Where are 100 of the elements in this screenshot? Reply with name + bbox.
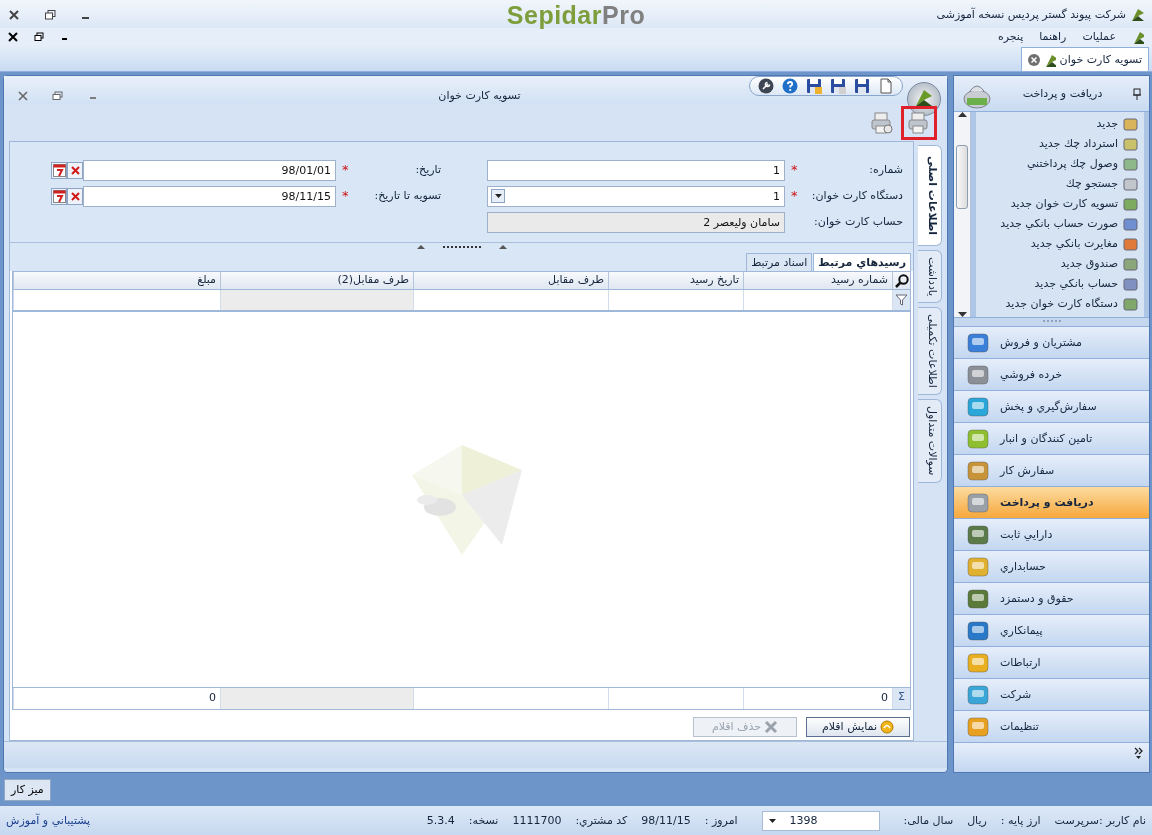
- required-mark: *: [342, 162, 349, 178]
- module-button[interactable]: سفارش کار: [954, 455, 1149, 487]
- clear-button[interactable]: [67, 187, 84, 205]
- save-icon[interactable]: [854, 78, 870, 94]
- status-text: نام کاربر :سرپرست: [1054, 813, 1146, 828]
- menu-item[interactable]: پنجره: [997, 29, 1024, 44]
- column-header[interactable]: طرف مقابل: [413, 272, 608, 289]
- chevron-icon[interactable]: [1134, 747, 1143, 759]
- tab[interactable]: رسيدهاي مرتبط: [813, 252, 911, 271]
- scrollbar[interactable]: [954, 112, 971, 317]
- panel-item[interactable]: صورت حساب بانکي جديد: [976, 214, 1144, 234]
- column-header[interactable]: مبلغ: [13, 272, 220, 289]
- dropdown-arrow-icon: [494, 193, 502, 198]
- module-button[interactable]: تامين کنندگان و انبار: [954, 423, 1149, 455]
- status-value: 1111700: [512, 813, 562, 828]
- module-button[interactable]: ارتباطات: [954, 647, 1149, 679]
- document-icon: [1123, 276, 1138, 292]
- field-label: دستگاه کارت خوان:: [811, 189, 903, 203]
- filter-icon[interactable]: [895, 294, 908, 306]
- close-circle-icon[interactable]: [1027, 53, 1040, 66]
- support-link[interactable]: پشتيباني و آموزش: [6, 813, 91, 828]
- module-button[interactable]: دارايي ثابت: [954, 519, 1149, 551]
- document-tab[interactable]: تسویه کارت خوان: [1020, 47, 1149, 71]
- module-button[interactable]: حقوق و دستمزد: [954, 583, 1149, 615]
- clear-button[interactable]: [67, 161, 84, 179]
- module-button[interactable]: مشتريان و فروش: [954, 327, 1149, 359]
- status-label: امروز :: [704, 813, 738, 828]
- menu-item[interactable]: راهنما: [1039, 29, 1067, 44]
- document-icon: [1123, 156, 1138, 172]
- search-icon[interactable]: [894, 273, 909, 288]
- side-tab[interactable]: اطلاعات اصلی: [918, 145, 942, 247]
- calendar-icon: [52, 189, 66, 203]
- document-icon: [1123, 296, 1138, 312]
- panel-item[interactable]: صندوق جديد: [976, 254, 1144, 274]
- module-icon: [966, 650, 992, 675]
- column-header[interactable]: طرف مقابل(2): [220, 272, 413, 289]
- column-header[interactable]: شماره رسيد: [743, 272, 892, 289]
- module-button[interactable]: تنظيمات: [954, 711, 1149, 743]
- module-icon: [966, 330, 992, 355]
- date-field[interactable]: 98/01/01: [83, 159, 336, 181]
- module-button[interactable]: سفارش‌گيري و پخش: [954, 391, 1149, 423]
- required-mark: *: [791, 162, 798, 178]
- panel-item[interactable]: استرداد چك جديد: [976, 134, 1144, 154]
- module-button[interactable]: حسابداري: [954, 551, 1149, 583]
- app-icon: [1130, 7, 1144, 23]
- panel-item[interactable]: تسويه کارت خوان جديد: [976, 194, 1144, 214]
- document-icon: [1123, 256, 1138, 272]
- module-icon: [966, 490, 992, 515]
- status-label: ارز پایه :: [1000, 813, 1041, 828]
- module-icon: [966, 618, 992, 643]
- panel-item[interactable]: مغايرت بانکي جديد: [976, 234, 1144, 254]
- field-label: تاریخ:: [415, 163, 441, 177]
- calendar-button[interactable]: [51, 161, 68, 179]
- module-button[interactable]: شرکت: [954, 679, 1149, 711]
- side-tab[interactable]: سوالات متداول: [918, 399, 942, 483]
- module-button[interactable]: پيمانکاري: [954, 615, 1149, 647]
- menu-item[interactable]: عملیات: [1082, 29, 1116, 44]
- restore-icon[interactable]: [44, 9, 56, 21]
- module-button[interactable]: دريافت و پرداخت: [954, 487, 1149, 519]
- module-icon: [966, 426, 992, 451]
- save-icon[interactable]: [830, 78, 846, 94]
- module-icon: [966, 522, 992, 547]
- printer-search-icon[interactable]: [871, 111, 893, 134]
- taskbar-button[interactable]: میز کار: [4, 779, 51, 801]
- splitter-grip[interactable]: [1041, 318, 1062, 324]
- help-icon[interactable]: [782, 78, 798, 94]
- required-mark: *: [342, 188, 349, 204]
- tab[interactable]: اسناد مرتبط: [746, 252, 813, 271]
- side-tab[interactable]: اطلاعات تکمیلی: [918, 307, 942, 396]
- app-logo: SepidarPro: [506, 0, 646, 30]
- dropdown-field[interactable]: 1: [487, 185, 785, 207]
- status-label: سال مالی:: [903, 813, 954, 828]
- close-icon[interactable]: [8, 31, 18, 42]
- save-icon[interactable]: [806, 78, 822, 94]
- scroll-thumb[interactable]: [956, 145, 968, 209]
- panel-item[interactable]: دستگاه کارت خوان جديد: [976, 294, 1144, 314]
- module-icon: [966, 554, 992, 579]
- column-header[interactable]: تاريخ رسيد: [608, 272, 743, 289]
- panel-item[interactable]: جستجو چك: [976, 174, 1144, 194]
- new-document-icon[interactable]: [878, 78, 894, 94]
- wrench-icon[interactable]: [758, 78, 774, 94]
- date-field[interactable]: 98/11/15: [83, 185, 336, 207]
- text-field[interactable]: سامان ولیعصر 2: [487, 211, 785, 233]
- calendar-button[interactable]: [51, 187, 68, 205]
- show-items-button[interactable]: نمايش اقلام: [806, 717, 910, 737]
- panel-item[interactable]: جديد: [976, 114, 1144, 134]
- module-icon: [966, 682, 992, 707]
- restore-icon[interactable]: [34, 31, 44, 42]
- text-field[interactable]: 1: [487, 159, 785, 181]
- filter-cell[interactable]: [220, 290, 413, 310]
- close-icon[interactable]: [8, 9, 20, 21]
- module-icon: [966, 458, 992, 483]
- module-button[interactable]: خرده فروشي: [954, 359, 1149, 391]
- pin-icon[interactable]: [1133, 87, 1141, 100]
- splitter-grip[interactable]: [416, 243, 507, 250]
- year-dropdown[interactable]: 1398: [761, 810, 880, 831]
- panel-item[interactable]: حساب بانکي جديد: [976, 274, 1144, 294]
- panel-item[interactable]: وصول چك پرداختني: [976, 154, 1144, 174]
- sum-symbol: Σ: [892, 688, 910, 709]
- side-tab[interactable]: یادداشت: [918, 250, 942, 304]
